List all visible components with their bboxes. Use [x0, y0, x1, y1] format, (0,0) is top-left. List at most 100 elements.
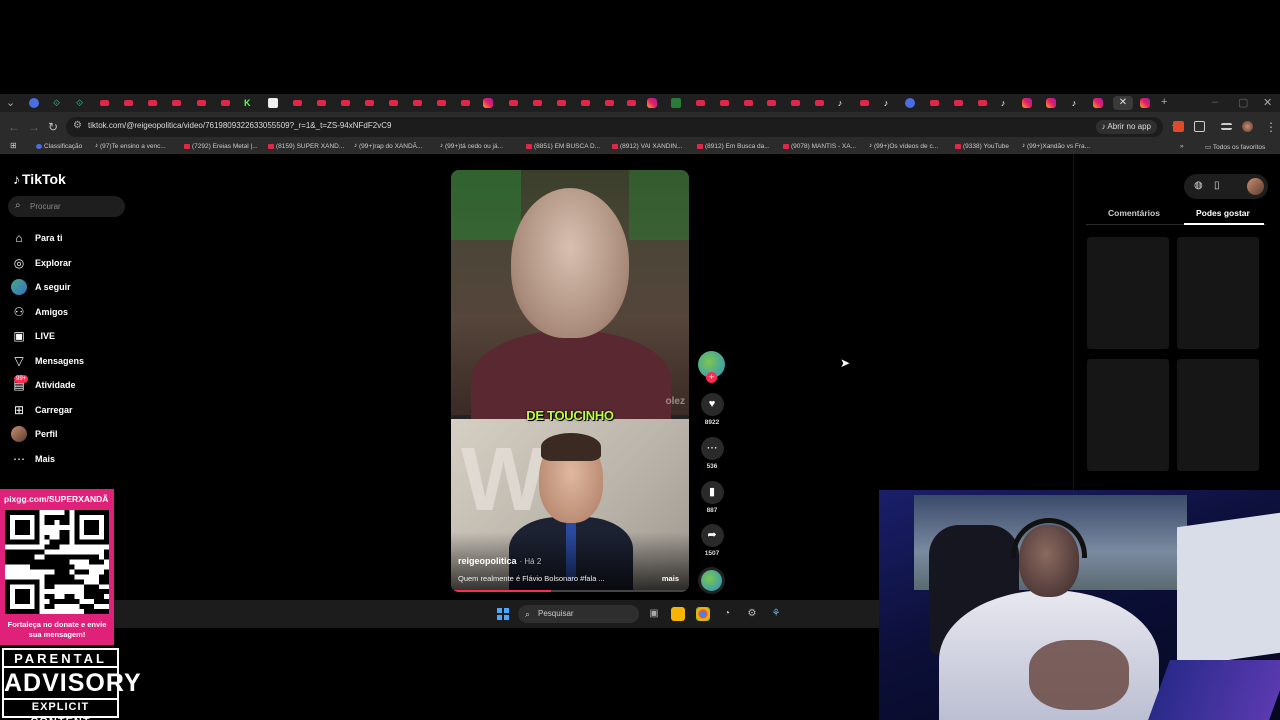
tab-youtube[interactable] — [341, 100, 350, 106]
suggested-video-thumb[interactable] — [1087, 359, 1169, 471]
tab-favicon[interactable] — [905, 98, 915, 108]
sidebar-item-para-ti[interactable]: ⌂ Para ti — [10, 226, 130, 251]
tiktok-logo[interactable]: ♪ TikTok — [13, 171, 66, 187]
forward-icon[interactable]: → — [28, 120, 40, 134]
tab-youtube[interactable] — [767, 100, 776, 106]
sidebar-item-live[interactable]: ▣ LIVE — [10, 324, 130, 349]
reading-list-icon[interactable] — [1221, 123, 1232, 130]
follow-plus-icon[interactable]: + — [706, 372, 717, 383]
url-text[interactable]: tiktok.com/@reigeopolitica/video/7619809… — [88, 121, 391, 130]
tab-youtube[interactable] — [696, 100, 705, 106]
tab-favicon[interactable]: ⟐ — [76, 98, 86, 108]
profile-avatar[interactable] — [1242, 121, 1253, 132]
search-box[interactable]: ⌕ — [8, 196, 125, 217]
tab-youtube[interactable] — [627, 100, 636, 106]
suggested-video-thumb[interactable] — [1177, 237, 1259, 349]
new-tab-icon[interactable]: + — [1161, 96, 1167, 108]
share-button[interactable]: ➦ 1507 — [698, 524, 726, 557]
tab-youtube[interactable] — [293, 100, 302, 106]
music-disc-icon[interactable] — [698, 567, 725, 594]
tab-youtube[interactable] — [744, 100, 753, 106]
creator-avatar[interactable]: + — [698, 351, 725, 383]
tab-youtube[interactable] — [221, 100, 230, 106]
tab-tiktok[interactable]: ♪ — [835, 98, 845, 108]
bookmark-item[interactable]: ♪ (99+)rap do XANDÃ... — [354, 143, 422, 150]
bookmark-item[interactable]: (8159) SUPER XAND... — [268, 143, 344, 150]
coin-icon[interactable]: ◍ — [1194, 180, 1203, 191]
tab-youtube[interactable] — [720, 100, 729, 106]
tab-doc[interactable] — [268, 98, 278, 108]
tab-instagram[interactable] — [483, 98, 493, 108]
bookmark-item[interactable]: ♪ (99+)tá cedo ou já... — [440, 143, 503, 150]
active-tab-close-icon[interactable]: ✕ — [1113, 96, 1133, 110]
tab-favicon[interactable] — [671, 98, 681, 108]
tab-podes-gostar[interactable]: Podes gostar — [1196, 208, 1250, 218]
comment-button[interactable]: ⋯ 536 — [698, 437, 726, 470]
tab-instagram[interactable] — [647, 98, 657, 108]
like-button[interactable]: ♥ 8922 — [698, 393, 726, 426]
settings-gear-icon[interactable]: ⚙ — [745, 607, 759, 621]
tab-youtube[interactable] — [148, 100, 157, 106]
tab-youtube[interactable] — [605, 100, 614, 106]
tab-youtube[interactable] — [509, 100, 518, 106]
site-info-icon[interactable]: ⚙ — [73, 120, 82, 131]
video-progress-bar[interactable] — [451, 590, 689, 592]
all-bookmarks-item[interactable]: ▭ Todos os favoritos — [1205, 143, 1265, 151]
bookmark-item[interactable]: (9078) MANTIS - XA... — [783, 143, 856, 150]
bookmark-item[interactable]: ♪ (97)Te ensino a venc... — [95, 143, 166, 150]
suggested-video-thumb[interactable] — [1177, 359, 1259, 471]
sidebar-item-mais[interactable]: ⋯ Mais — [10, 447, 130, 472]
task-view-icon[interactable]: ▣ — [647, 607, 661, 621]
reload-icon[interactable]: ↻ — [48, 120, 58, 134]
avatar[interactable] — [1247, 178, 1264, 195]
app-icon[interactable]: ◔ — [720, 607, 734, 621]
video-player[interactable]: olez W DE TOUCINHO reigeopolitica · Há 2 … — [451, 170, 689, 592]
tab-youtube[interactable] — [124, 100, 133, 106]
browser-menu-icon[interactable]: ⋮ — [1265, 120, 1277, 134]
sidebar-item-amigos[interactable]: ⚇ Amigos — [10, 300, 130, 325]
tab-youtube[interactable] — [437, 100, 446, 106]
file-explorer-icon[interactable] — [671, 607, 685, 621]
bookmark-item[interactable]: Classificação — [36, 143, 82, 150]
close-window-icon[interactable]: ✕ — [1263, 96, 1272, 109]
tab-youtube[interactable] — [557, 100, 566, 106]
search-input[interactable] — [30, 199, 120, 214]
tab-youtube[interactable] — [365, 100, 374, 106]
tab-youtube[interactable] — [930, 100, 939, 106]
video-author[interactable]: reigeopolitica · Há 2 — [458, 556, 541, 566]
url-field[interactable]: ⚙ tiktok.com/@reigeopolitica/video/76198… — [66, 117, 1181, 137]
apps-grid-icon[interactable]: ⊞ — [10, 141, 17, 150]
windows-start-icon[interactable] — [497, 608, 509, 620]
author-name[interactable]: reigeopolitica — [458, 556, 517, 566]
tab-tiktok[interactable]: ♪ — [998, 98, 1008, 108]
tab-instagram[interactable] — [1046, 98, 1056, 108]
extensions-puzzle-icon[interactable] — [1194, 121, 1205, 132]
more-link[interactable]: mais — [662, 574, 679, 583]
tab-youtube[interactable] — [954, 100, 963, 106]
tab-youtube[interactable] — [172, 100, 181, 106]
bookmarks-overflow-icon[interactable]: » — [1180, 143, 1184, 150]
minimize-icon[interactable]: – — [1212, 96, 1218, 108]
tab-instagram[interactable] — [1022, 98, 1032, 108]
tab-youtube[interactable] — [389, 100, 398, 106]
suggested-video-thumb[interactable] — [1087, 237, 1169, 349]
tab-youtube[interactable] — [860, 100, 869, 106]
tab-tiktok[interactable]: ♪ — [1069, 98, 1079, 108]
back-icon[interactable]: ← — [8, 120, 20, 134]
taskbar-search[interactable]: ⌕ Pesquisar — [518, 605, 639, 623]
tab-youtube[interactable] — [413, 100, 422, 106]
device-icon[interactable]: ▯ — [1214, 180, 1220, 191]
save-button[interactable]: ▮ 887 — [698, 481, 726, 514]
sidebar-item-carregar[interactable]: ⊞ Carregar — [10, 398, 130, 423]
tab-youtube[interactable] — [978, 100, 987, 106]
bookmark-item[interactable]: ♪ (99+)Xandão vs Fra... — [1022, 143, 1090, 150]
tab-favicon[interactable]: ⟐ — [53, 98, 63, 108]
extension-icon[interactable] — [1173, 121, 1184, 132]
tab-youtube[interactable] — [197, 100, 206, 106]
bookmark-item[interactable]: (8851) EM BUSCA D... — [526, 143, 600, 150]
sidebar-item-explorar[interactable]: ◎ Explorar — [10, 251, 130, 276]
bookmark-item[interactable]: (9338) YouTube — [955, 143, 1009, 150]
tab-youtube[interactable] — [317, 100, 326, 106]
tab-youtube[interactable] — [581, 100, 590, 106]
tab-search-icon[interactable]: ⌄ — [6, 96, 15, 109]
